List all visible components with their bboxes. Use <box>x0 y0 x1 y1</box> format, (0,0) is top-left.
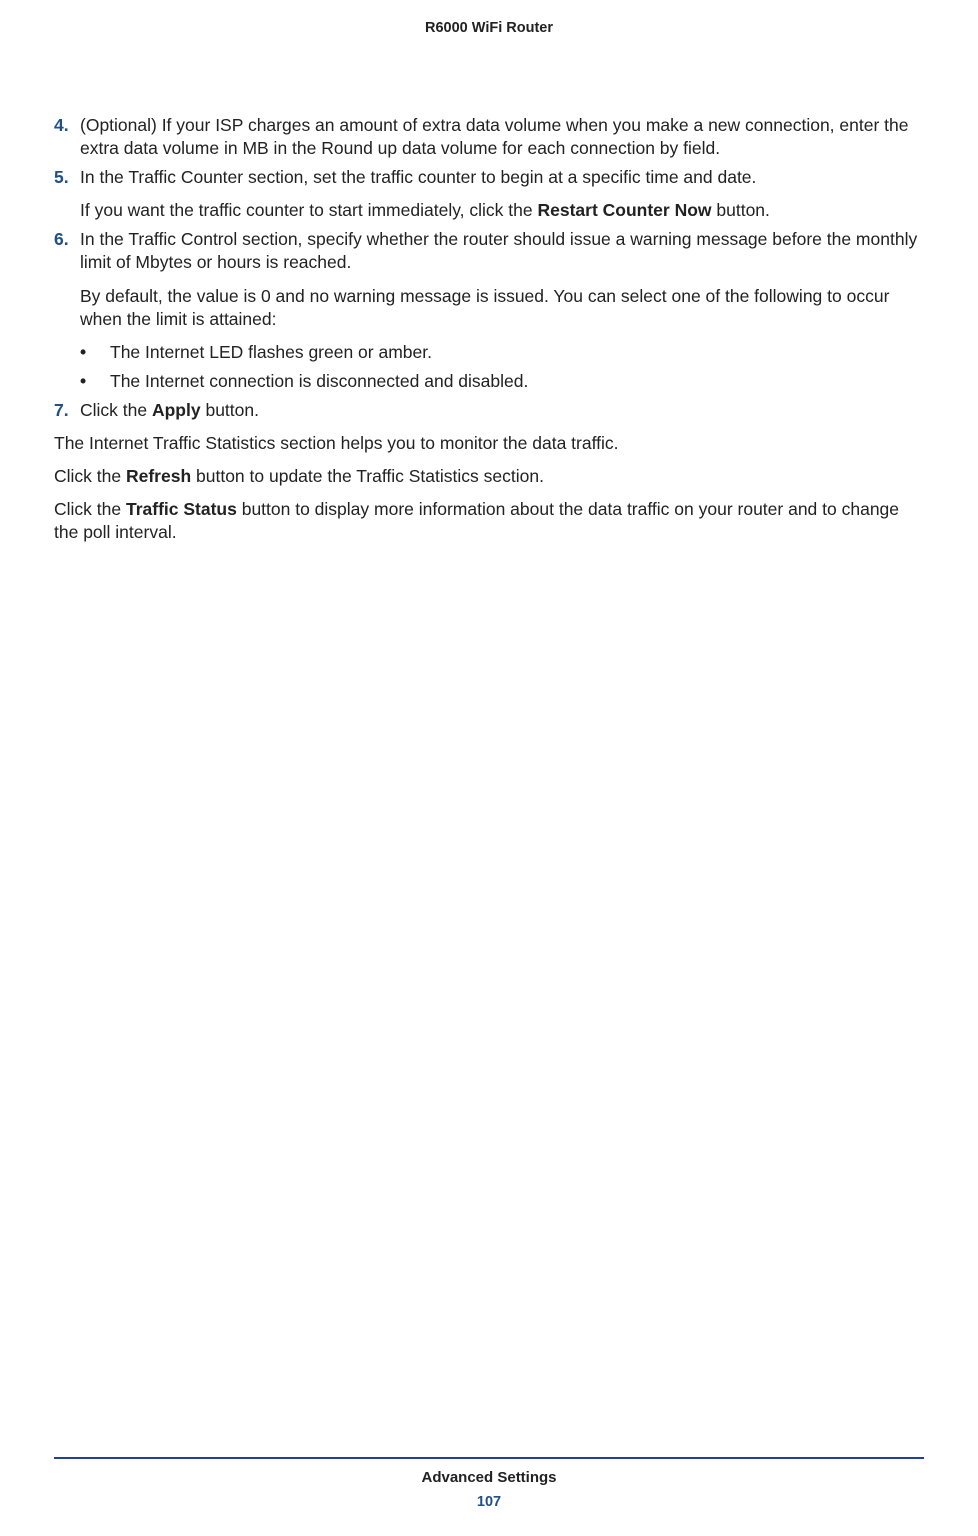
restart-counter-now-label: Restart Counter Now <box>537 200 711 220</box>
step-5-subpara: If you want the traffic counter to start… <box>80 199 924 222</box>
text-post: button. <box>712 200 770 220</box>
bullet-text: The Internet connection is disconnected … <box>110 370 528 393</box>
after-para-3: Click the Traffic Status button to displ… <box>54 498 924 544</box>
step-4: 4. (Optional) If your ISP charges an amo… <box>54 114 924 160</box>
text-pre: If you want the traffic counter to start… <box>80 200 537 220</box>
bullet-item: • The Internet LED flashes green or ambe… <box>80 341 924 364</box>
footer-rule <box>54 1457 924 1459</box>
page-footer: Advanced Settings 107 <box>0 1457 978 1510</box>
traffic-status-label: Traffic Status <box>126 499 237 519</box>
step-6-para2: By default, the value is 0 and no warnin… <box>80 285 924 331</box>
footer-section-title: Advanced Settings <box>0 1469 978 1486</box>
refresh-label: Refresh <box>126 466 191 486</box>
step-text: (Optional) If your ISP charges an amount… <box>80 114 924 160</box>
step-6-bullets: • The Internet LED flashes green or ambe… <box>80 341 924 393</box>
text-pre: Click the <box>54 466 126 486</box>
page-content: 4. (Optional) If your ISP charges an amo… <box>0 42 978 544</box>
footer-page-number: 107 <box>0 1494 978 1510</box>
step-number: 7. <box>54 399 80 422</box>
step-text: Click the Apply button. <box>80 399 924 422</box>
after-para-2: Click the Refresh button to update the T… <box>54 465 924 488</box>
text-pre: Click the <box>54 499 126 519</box>
text-post: button to update the Traffic Statistics … <box>191 466 544 486</box>
text-pre: Click the <box>80 400 152 420</box>
bullet-icon: • <box>80 370 110 393</box>
step-number: 6. <box>54 228 80 274</box>
step-7: 7. Click the Apply button. <box>54 399 924 422</box>
apply-label: Apply <box>152 400 201 420</box>
step-number: 5. <box>54 166 80 189</box>
step-number: 4. <box>54 114 80 160</box>
bullet-item: • The Internet connection is disconnecte… <box>80 370 924 393</box>
page-header: R6000 WiFi Router <box>0 0 978 42</box>
step-text: In the Traffic Control section, specify … <box>80 228 924 274</box>
step-6: 6. In the Traffic Control section, speci… <box>54 228 924 274</box>
text-post: button. <box>201 400 259 420</box>
step-text: In the Traffic Counter section, set the … <box>80 166 924 189</box>
bullet-text: The Internet LED flashes green or amber. <box>110 341 432 364</box>
bullet-icon: • <box>80 341 110 364</box>
after-para-1: The Internet Traffic Statistics section … <box>54 432 924 455</box>
step-5: 5. In the Traffic Counter section, set t… <box>54 166 924 189</box>
